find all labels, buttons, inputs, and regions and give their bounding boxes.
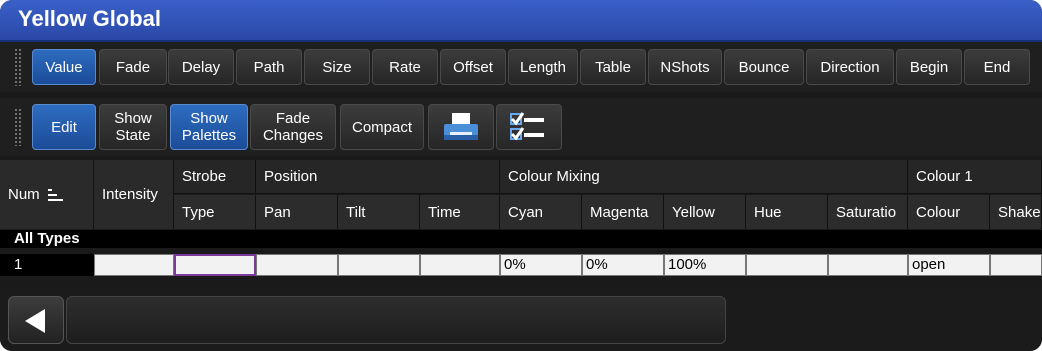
cell-pan[interactable] (256, 254, 338, 276)
fade-changes-line2: Changes (262, 127, 324, 144)
compact-button[interactable]: Compact (340, 104, 424, 150)
cell-magenta[interactable]: 0% (582, 254, 664, 276)
fade-changes-button[interactable]: Fade Changes (250, 104, 336, 150)
cell-intensity[interactable] (94, 254, 174, 276)
show-state-button[interactable]: Show State (99, 104, 167, 150)
col-colour[interactable]: Colour (908, 195, 990, 229)
group-strobe: Strobe (174, 160, 256, 194)
print-button[interactable] (428, 104, 494, 150)
cell-colour[interactable]: open (908, 254, 990, 276)
sort-icon (47, 188, 63, 201)
col-magenta[interactable]: Magenta (582, 195, 664, 229)
col-cyan[interactable]: Cyan (500, 195, 582, 229)
show-state-line2: State (115, 127, 151, 144)
printer-icon (444, 113, 478, 140)
section-header: All Types (0, 230, 1042, 248)
cell-cyan[interactable]: 0% (500, 254, 582, 276)
table-row[interactable]: 1 0% 0% 100% open (0, 254, 1042, 276)
checklist-icon (510, 112, 544, 141)
tab-fade[interactable]: Fade (99, 49, 167, 85)
cell-tilt[interactable] (338, 254, 420, 276)
num-header[interactable]: Num (0, 160, 94, 229)
cell-shake[interactable] (990, 254, 1042, 276)
tab-begin[interactable]: Begin (896, 49, 962, 85)
toolbar-grip[interactable] (14, 108, 22, 146)
col-shake[interactable]: Shake (990, 195, 1042, 229)
tab-bounce[interactable]: Bounce (724, 49, 804, 85)
view-toolbar: Value Fade Delay Path Size Rate Offset L… (0, 42, 1042, 92)
tab-direction[interactable]: Direction (806, 49, 894, 85)
col-yellow[interactable]: Yellow (664, 195, 746, 229)
group-colour-1: Colour 1 (908, 160, 1042, 194)
tab-value[interactable]: Value (32, 49, 96, 85)
yellow-global-window: Yellow Global Value Fade Delay Path Size… (0, 0, 1042, 351)
tab-length[interactable]: Length (508, 49, 578, 85)
toolbar-grip[interactable] (14, 48, 22, 86)
col-tilt[interactable]: Tilt (338, 195, 420, 229)
cell-hue[interactable] (746, 254, 828, 276)
tab-size[interactable]: Size (304, 49, 370, 85)
tab-offset[interactable]: Offset (440, 49, 506, 85)
group-position: Position (256, 160, 500, 194)
section-label: All Types (14, 230, 80, 247)
show-state-line1: Show (114, 110, 152, 127)
col-saturation[interactable]: Saturatio (828, 195, 908, 229)
show-palettes-line2: Palettes (181, 127, 237, 144)
window-title: Yellow Global (18, 6, 162, 31)
horizontal-scrollbar[interactable] (66, 296, 726, 344)
edit-button[interactable]: Edit (32, 104, 96, 150)
bottom-bar (0, 288, 1042, 351)
cell-time[interactable] (420, 254, 500, 276)
row-number: 1 (14, 256, 23, 273)
col-pan[interactable]: Pan (256, 195, 338, 229)
group-colour-mixing: Colour Mixing (500, 160, 908, 194)
col-type[interactable]: Type (174, 195, 256, 229)
num-header-label: Num (8, 186, 40, 203)
show-palettes-button[interactable]: Show Palettes (170, 104, 248, 150)
checklist-button[interactable] (496, 104, 562, 150)
show-palettes-line1: Show (190, 110, 228, 127)
arrow-left-icon (25, 309, 45, 333)
col-time[interactable]: Time (420, 195, 500, 229)
cell-yellow[interactable]: 100% (664, 254, 746, 276)
scroll-left-button[interactable] (8, 296, 64, 344)
tab-delay[interactable]: Delay (168, 49, 234, 85)
cell-saturation[interactable] (828, 254, 908, 276)
col-hue[interactable]: Hue (746, 195, 828, 229)
tab-rate[interactable]: Rate (372, 49, 438, 85)
tab-end[interactable]: End (964, 49, 1030, 85)
options-toolbar: Edit Show State Show Palettes Fade Chang… (0, 98, 1042, 156)
fade-changes-line1: Fade (275, 110, 311, 127)
cell-type[interactable] (174, 254, 256, 276)
tab-path[interactable]: Path (236, 49, 302, 85)
tab-nshots[interactable]: NShots (648, 49, 722, 85)
intensity-header[interactable]: Intensity (94, 160, 174, 229)
tab-table[interactable]: Table (580, 49, 646, 85)
title-bar: Yellow Global (0, 0, 1042, 42)
